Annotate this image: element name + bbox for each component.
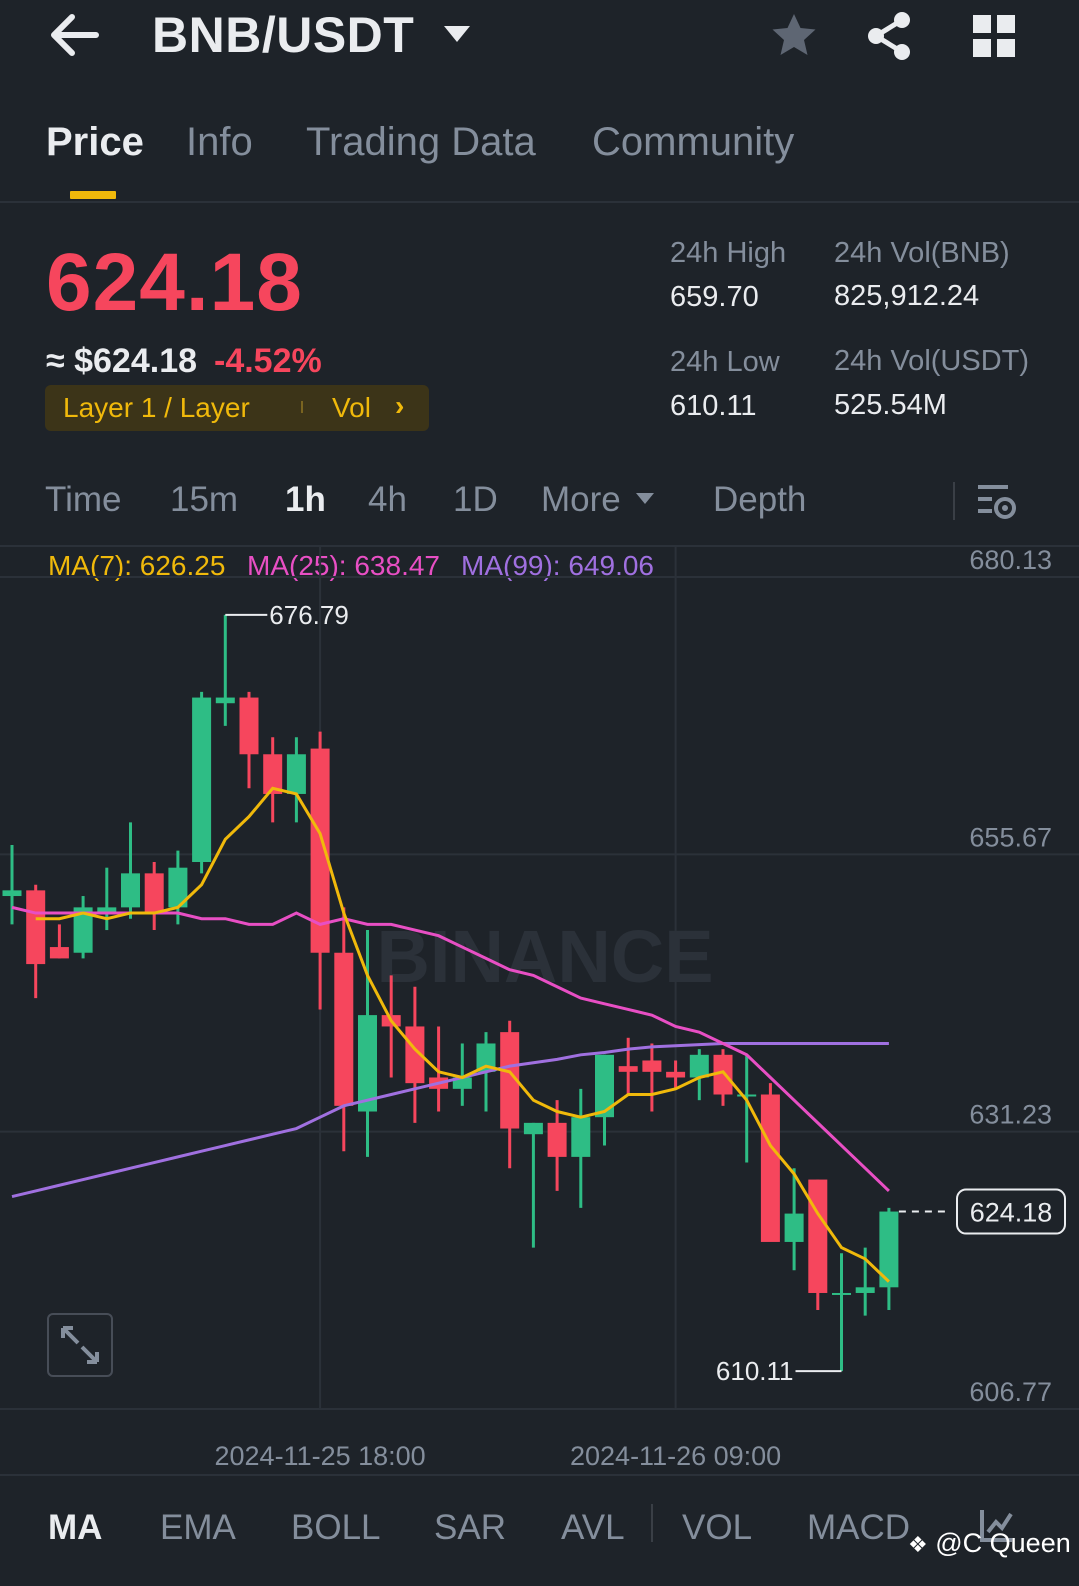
change-percent: -4.52% <box>214 342 322 380</box>
candlestick-chart[interactable]: 680.13 655.67 631.23 606.77 2024-11-25 18:00… <box>0 547 1079 1472</box>
active-tab-indicator <box>70 191 116 199</box>
candle-body <box>689 1054 709 1078</box>
vol-base-label: 24h Vol(BNB) <box>834 237 1010 269</box>
tab-price[interactable]: Price <box>46 120 144 165</box>
binance-watermark: BINANCE <box>376 915 713 998</box>
interval-1h[interactable]: 1h <box>285 480 326 520</box>
interval-time[interactable]: Time <box>45 480 121 520</box>
interval-15m[interactable]: 15m <box>170 480 238 520</box>
y-tick-label: 606.77 <box>969 1377 1052 1407</box>
sector-tag-label: Layer 1 / Layer <box>63 392 250 423</box>
candle-body <box>618 1066 638 1072</box>
vol-base-value: 825,912.24 <box>834 280 980 312</box>
tab-community[interactable]: Community <box>592 120 794 165</box>
candle-body <box>286 754 306 794</box>
candle-body <box>760 1094 780 1242</box>
candle-body <box>784 1213 804 1242</box>
grid-icon[interactable] <box>970 12 1018 60</box>
indicator-vol[interactable]: VOL <box>682 1508 752 1548</box>
tab-info[interactable]: Info <box>186 120 253 165</box>
candle-body <box>49 947 69 959</box>
y-tick-label: 680.13 <box>969 547 1052 575</box>
star-icon[interactable] <box>768 10 820 62</box>
vol-quote-value: 525.54M <box>834 389 947 421</box>
last-price-label: 624.18 <box>970 1198 1053 1228</box>
candle-body <box>239 697 259 755</box>
x-tick-label: 2024-11-25 18:00 <box>215 1441 426 1471</box>
y-tick-label: 631.23 <box>969 1100 1052 1130</box>
tab-trading-data[interactable]: Trading Data <box>306 120 536 165</box>
candle-body <box>571 1117 591 1157</box>
creator-handle: @C Queen <box>935 1528 1071 1558</box>
indicator-boll[interactable]: BOLL <box>291 1508 381 1548</box>
candle-body <box>2 890 22 897</box>
high-label: 24h High <box>670 237 787 269</box>
creator-watermark: ❖ @C Queen <box>908 1528 1071 1559</box>
candle-body <box>855 1287 875 1293</box>
sector-tag-chip[interactable]: Layer 1 / Layer Vol › <box>45 385 429 431</box>
top-bar: BNB/USDT <box>0 0 1079 80</box>
indicator-avl[interactable]: AVL <box>561 1508 625 1548</box>
interval-4h[interactable]: 4h <box>368 480 407 520</box>
vol-quote-label: 24h Vol(USDT) <box>834 345 1030 377</box>
candle-body <box>547 1122 567 1157</box>
high-value: 659.70 <box>670 281 759 313</box>
divider <box>0 1474 1079 1476</box>
indicator-ema[interactable]: EMA <box>160 1508 236 1548</box>
candle-body <box>737 1094 757 1097</box>
depth-button[interactable]: Depth <box>713 480 806 520</box>
candle-body <box>642 1060 662 1072</box>
candle-body <box>808 1179 828 1293</box>
chevron-right-icon: › <box>395 390 405 421</box>
chevron-down-icon[interactable] <box>444 26 470 42</box>
last-price: 624.18 <box>46 237 303 328</box>
pair-title[interactable]: BNB/USDT <box>152 6 414 64</box>
candle-body <box>666 1071 686 1078</box>
divider <box>953 482 955 520</box>
share-icon[interactable] <box>864 10 916 62</box>
low-value: 610.11 <box>670 390 757 422</box>
candle-body <box>121 873 140 908</box>
high-marker-label: 676.79 <box>269 600 349 630</box>
low-marker-label: 610.11 <box>716 1356 794 1386</box>
x-tick-label: 2024-11-26 09:00 <box>570 1441 781 1471</box>
interval-1d[interactable]: 1D <box>453 480 498 520</box>
candle-body <box>144 873 164 914</box>
chevron-down-icon[interactable] <box>636 493 654 504</box>
candle-body <box>192 697 212 863</box>
divider <box>301 401 303 413</box>
low-label: 24h Low <box>670 346 780 378</box>
y-tick-label: 655.67 <box>969 822 1052 852</box>
candle-body <box>523 1122 543 1135</box>
interval-more[interactable]: More <box>541 480 621 520</box>
divider <box>0 201 1079 203</box>
candle-body <box>215 697 235 704</box>
indicator-ma[interactable]: MA <box>48 1508 102 1548</box>
fiat-price: ≈ $624.18 <box>46 342 198 380</box>
fullscreen-icon[interactable] <box>47 1313 113 1377</box>
candle-body <box>832 1292 851 1295</box>
candle-body <box>26 890 46 965</box>
vol-label: Vol <box>332 392 371 423</box>
indicator-macd[interactable]: MACD <box>807 1508 910 1548</box>
divider <box>651 1504 653 1542</box>
indicator-sar[interactable]: SAR <box>434 1508 506 1548</box>
diamond-logo-icon: ❖ <box>908 1532 928 1557</box>
back-arrow-icon[interactable] <box>48 10 104 60</box>
candle-body <box>334 952 354 1106</box>
chart-settings-icon[interactable] <box>976 480 1018 522</box>
